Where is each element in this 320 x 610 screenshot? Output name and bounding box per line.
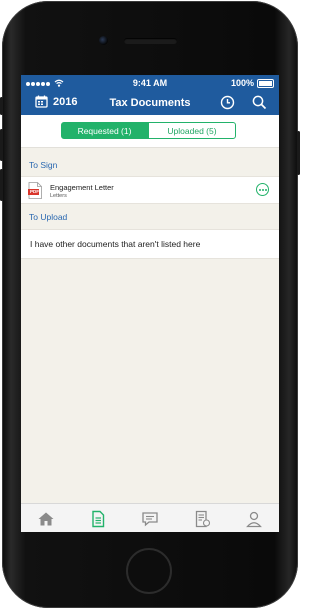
tab-home[interactable] xyxy=(37,510,55,528)
home-button[interactable] xyxy=(126,548,172,594)
earpiece-speaker xyxy=(124,38,177,44)
other-documents-label: I have other documents that aren't liste… xyxy=(30,239,201,249)
battery-icon xyxy=(257,78,274,88)
nav-bar: 2016 Tax Documents xyxy=(21,91,279,115)
list-item[interactable]: I have other documents that aren't liste… xyxy=(21,229,279,259)
invoice-icon xyxy=(195,510,211,528)
front-camera xyxy=(99,36,108,45)
tab-requested[interactable]: Requested (1) xyxy=(61,122,148,139)
page-title: Tax Documents xyxy=(109,97,191,109)
status-bar: 9:41 AM 100% xyxy=(21,75,279,91)
document-title: Engagement Letter xyxy=(50,183,114,192)
tab-messages[interactable] xyxy=(141,510,159,528)
volume-down-button xyxy=(0,169,3,201)
document-icon xyxy=(92,510,105,528)
document-category: Letters xyxy=(50,193,67,199)
tab-invoices[interactable] xyxy=(193,510,211,528)
power-button xyxy=(297,131,300,175)
pdf-badge: PDF xyxy=(30,189,39,194)
tab-uploaded[interactable]: Uploaded (5) xyxy=(148,122,236,139)
to-upload-header: To Upload xyxy=(29,212,68,222)
tab-bar xyxy=(21,503,279,532)
clock-icon xyxy=(220,95,235,110)
chat-icon xyxy=(142,512,158,527)
tab-documents[interactable] xyxy=(89,510,107,528)
search-icon xyxy=(252,95,267,110)
to-sign-header: To Sign xyxy=(29,160,58,170)
search-button[interactable] xyxy=(252,95,267,115)
tab-profile[interactable] xyxy=(245,510,263,528)
more-options-button[interactable] xyxy=(256,183,269,196)
mute-switch xyxy=(0,97,3,115)
battery-percent: 100% xyxy=(230,78,254,88)
segment-control: Requested (1) Uploaded (5) xyxy=(21,115,279,148)
list-item[interactable]: PDF Engagement Letter Letters xyxy=(21,176,279,204)
history-button[interactable] xyxy=(220,95,235,115)
home-icon xyxy=(38,512,54,526)
volume-up-button xyxy=(0,129,3,161)
profile-icon xyxy=(246,511,262,528)
app-screen: 9:41 AM 100% 2016 Tax Documents Requeste… xyxy=(21,75,279,532)
